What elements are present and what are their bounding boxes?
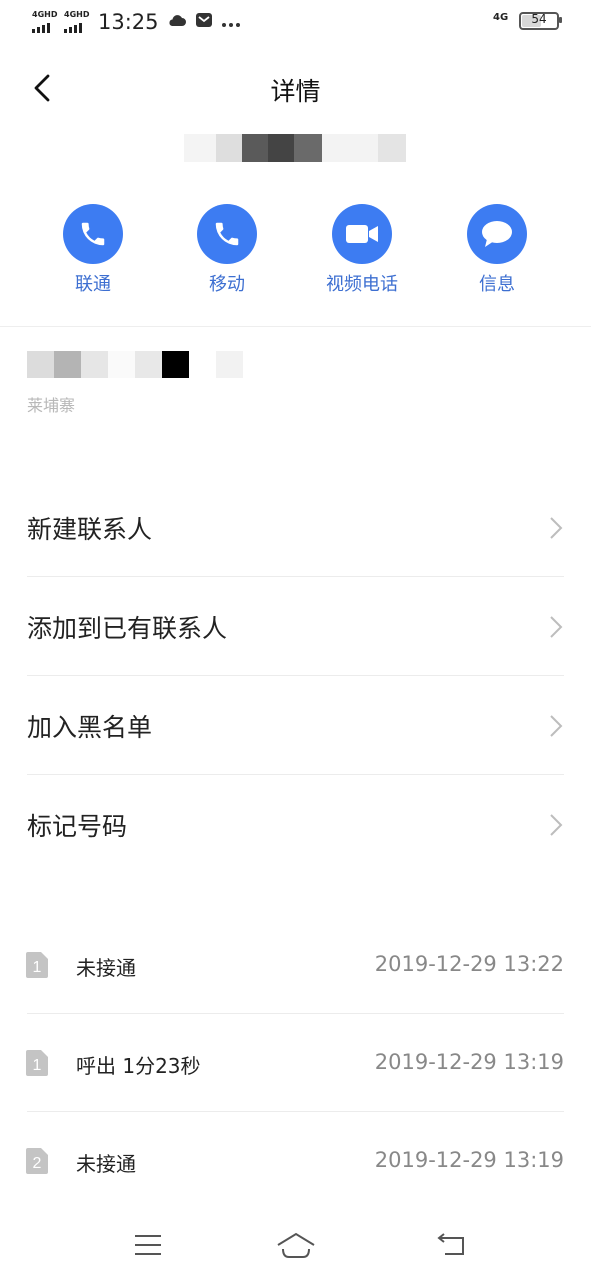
menu-item-label: 标记号码 <box>27 812 128 841</box>
battery-icon: 54 <box>519 12 562 30</box>
menu-icon <box>135 1235 161 1255</box>
system-nav-bar <box>0 1210 591 1280</box>
header: 详情 <box>0 58 591 118</box>
action-label: 视频电话 <box>326 274 398 295</box>
battery-level: 54 <box>531 12 547 26</box>
call-datetime: 2019-12-29 13:19 <box>374 1050 564 1074</box>
call-type: 呼出 1分23秒 <box>76 1054 201 1078</box>
call-type: 未接通 <box>76 956 136 980</box>
call-log: 1 未接通 2019-12-29 13:22 1 呼出 1分23秒 2019-1… <box>0 916 591 1210</box>
divider <box>0 326 591 327</box>
home-icon <box>277 1232 315 1258</box>
sim-card-icon: 2 <box>26 1148 48 1174</box>
message-button[interactable]: 信息 <box>437 204 557 296</box>
call-unicom-button[interactable]: 联通 <box>33 204 153 296</box>
page-title: 详情 <box>270 77 321 106</box>
add-to-blacklist-item[interactable]: 加入黑名单 <box>0 676 591 775</box>
back-icon <box>437 1233 464 1255</box>
redacted-phone-number <box>184 134 406 162</box>
menu-item-label: 添加到已有联系人 <box>27 614 228 643</box>
call-mobile-button[interactable]: 移动 <box>167 204 287 296</box>
action-label: 信息 <box>479 274 515 295</box>
svg-text:1: 1 <box>33 1057 42 1074</box>
contact-actions-list: 新建联系人 添加到已有联系人 加入黑名单 标记号码 <box>0 478 591 874</box>
signal-strength-icon: 4GHD <box>64 10 90 33</box>
video-call-button[interactable]: 视频电话 <box>302 204 422 296</box>
sim-card-icon: 1 <box>26 952 48 978</box>
network-type-label: 4GHD <box>64 10 90 19</box>
chevron-right-icon <box>550 715 563 737</box>
chevron-right-icon <box>550 814 563 836</box>
message-bubble-icon <box>467 204 527 264</box>
mark-number-item[interactable]: 标记号码 <box>0 775 591 874</box>
redacted-number-info <box>27 351 243 378</box>
home-button[interactable] <box>276 1228 316 1262</box>
back-nav-button[interactable] <box>432 1228 472 1262</box>
cloud-icon <box>167 12 187 32</box>
network-type-label: 4GHD <box>32 10 58 19</box>
call-datetime: 2019-12-29 13:22 <box>374 952 564 976</box>
mail-icon <box>195 11 213 33</box>
call-log-row[interactable]: 2 未接通 2019-12-29 13:19 <box>0 1112 591 1210</box>
menu-item-label: 加入黑名单 <box>27 713 153 742</box>
video-camera-icon <box>332 204 392 264</box>
mobile-data-icon: 4G <box>493 12 509 23</box>
call-datetime: 2019-12-29 13:19 <box>374 1148 564 1172</box>
clock: 13:25 <box>98 10 159 34</box>
call-log-row[interactable]: 1 未接通 2019-12-29 13:22 <box>0 916 591 1014</box>
more-dots-icon <box>221 13 241 32</box>
call-log-row[interactable]: 1 呼出 1分23秒 2019-12-29 13:19 <box>0 1014 591 1112</box>
chevron-right-icon <box>550 517 563 539</box>
menu-item-label: 新建联系人 <box>27 515 153 544</box>
status-bar: 4GHD 4GHD 13:25 4G 54 <box>0 0 591 46</box>
svg-text:2: 2 <box>33 1155 42 1172</box>
phone-icon <box>197 204 257 264</box>
signal-strength-icon: 4GHD <box>32 10 58 33</box>
menu-button[interactable] <box>128 1228 168 1262</box>
new-contact-item[interactable]: 新建联系人 <box>0 478 591 577</box>
phone-icon <box>63 204 123 264</box>
svg-text:1: 1 <box>33 959 42 976</box>
action-buttons: 联通 移动 视频电话 信息 <box>0 204 591 304</box>
chevron-right-icon <box>550 616 563 638</box>
action-label: 联通 <box>75 274 111 295</box>
add-to-existing-contact-item[interactable]: 添加到已有联系人 <box>0 577 591 676</box>
sim-card-icon: 1 <box>26 1050 48 1076</box>
call-type: 未接通 <box>76 1152 136 1176</box>
action-label: 移动 <box>209 274 245 295</box>
phone-location: 莱埔寨 <box>27 396 76 415</box>
